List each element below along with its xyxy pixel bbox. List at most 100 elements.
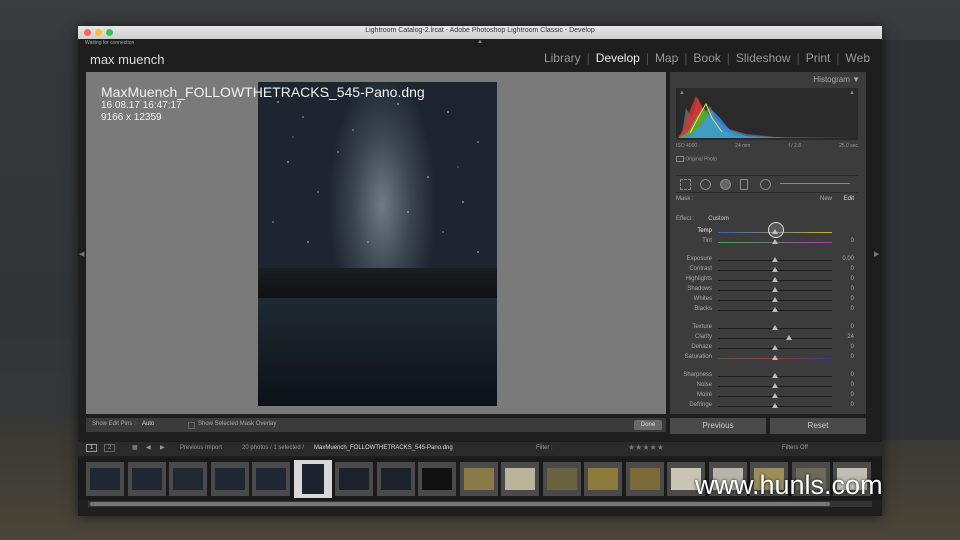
slider-knob[interactable]	[785, 335, 792, 340]
slider-noise[interactable]: Noise 0	[676, 382, 856, 391]
shadow-clipping-icon[interactable]: ▲	[679, 90, 685, 96]
filmstrip-scrollbar[interactable]	[88, 501, 872, 507]
slider-sharpness[interactable]: Sharpness 0	[676, 372, 856, 381]
show-edit-pins-select[interactable]: Auto	[142, 421, 154, 427]
left-panel-toggle-icon[interactable]: ◀	[79, 250, 84, 258]
slider-defringe[interactable]: Defringe 0	[676, 402, 856, 411]
filmstrip-thumbnail[interactable]	[584, 462, 622, 496]
top-panel-toggle-icon[interactable]: ▲	[477, 39, 483, 45]
page2-button[interactable]: 2	[104, 444, 116, 452]
adjustment-brush-icon[interactable]	[780, 183, 850, 184]
filmstrip-source[interactable]: Previous Import	[180, 445, 222, 451]
slider-saturation[interactable]: Saturation 0	[676, 354, 856, 363]
spot-removal-tool-icon[interactable]	[700, 179, 711, 190]
slider-value[interactable]: 0	[851, 344, 854, 350]
page1-button[interactable]: 1	[86, 444, 98, 452]
milky-way-photo[interactable]	[258, 82, 497, 406]
slider-clarity[interactable]: Clarity 24	[676, 334, 856, 343]
filmstrip-thumbnail[interactable]	[376, 462, 415, 496]
filters-off-select[interactable]: Filters Off	[782, 445, 808, 451]
slider-value[interactable]: 0	[851, 354, 854, 360]
module-develop[interactable]: Develop	[590, 51, 646, 65]
original-photo-toggle[interactable]: Original Photo	[676, 156, 717, 162]
red-eye-tool-icon[interactable]	[720, 179, 731, 190]
histogram-header[interactable]: Histogram ▼	[813, 75, 860, 84]
slider-knob[interactable]	[772, 239, 778, 244]
filmstrip-thumbnail[interactable]	[459, 462, 498, 496]
mask-new-button[interactable]: New	[820, 196, 832, 202]
slider-track[interactable]	[718, 338, 832, 339]
image-canvas[interactable]: MaxMuench_FOLLOWTHETRACKS_545-Pano.dng 1…	[86, 72, 666, 414]
scrollbar-thumb[interactable]	[90, 502, 830, 506]
slider-knob[interactable]	[772, 393, 778, 398]
histogram-graph[interactable]: ▲ ▲	[676, 88, 858, 140]
slider-knob[interactable]	[772, 403, 778, 408]
star-rating-filter[interactable]: ★★★★★	[628, 443, 664, 452]
slider-value[interactable]: 0	[851, 238, 854, 244]
slider-value[interactable]: 0	[851, 306, 854, 312]
slider-contrast[interactable]: Contrast 0	[676, 266, 856, 275]
slider-knob[interactable]	[772, 267, 778, 272]
slider-value[interactable]: 24	[847, 334, 854, 340]
crop-tool-icon[interactable]	[680, 179, 691, 190]
grid-view-icon[interactable]: ▦	[132, 444, 138, 451]
filmstrip-thumbnail[interactable]	[252, 462, 290, 496]
module-slideshow[interactable]: Slideshow	[730, 51, 797, 65]
reset-button[interactable]: Reset	[770, 418, 866, 434]
module-map[interactable]: Map	[649, 51, 684, 65]
slider-blacks[interactable]: Blacks 0	[676, 306, 856, 315]
filmstrip-thumbnail[interactable]	[625, 462, 664, 496]
module-book[interactable]: Book	[687, 51, 726, 65]
slider-knob[interactable]	[772, 257, 778, 262]
slider-temp[interactable]: Temp	[676, 228, 856, 237]
slider-value[interactable]: 0	[851, 276, 854, 282]
slider-knob[interactable]	[772, 277, 778, 282]
slider-value[interactable]: 0	[851, 402, 854, 408]
selected-filename[interactable]: MaxMuench_FOLLOWTHETRACKS_545-Pano.dng	[314, 445, 453, 451]
slider-whites[interactable]: Whites 0	[676, 296, 856, 305]
slider-knob[interactable]	[772, 355, 778, 360]
done-button[interactable]: Done	[634, 420, 662, 430]
filmstrip-thumbnail[interactable]	[542, 462, 581, 496]
slider-shadows[interactable]: Shadows 0	[676, 286, 856, 295]
slider-value[interactable]: 0	[851, 324, 854, 330]
filmstrip-thumbnail[interactable]	[86, 462, 124, 496]
back-arrow-icon[interactable]: ◀	[146, 444, 151, 451]
slider-value[interactable]: 0	[851, 392, 854, 398]
filmstrip-thumbnail[interactable]	[210, 462, 249, 496]
slider-knob[interactable]	[772, 325, 778, 330]
highlight-clipping-icon[interactable]: ▲	[849, 90, 855, 96]
forward-arrow-icon[interactable]: ▶	[160, 444, 165, 451]
previous-button[interactable]: Previous	[670, 418, 766, 434]
slider-value[interactable]: 0	[851, 296, 854, 302]
slider-knob[interactable]	[772, 297, 778, 302]
slider-value[interactable]: 0.00	[842, 256, 854, 262]
filmstrip-thumbnail[interactable]	[293, 460, 332, 498]
filmstrip-thumbnail[interactable]	[335, 462, 373, 496]
slider-knob[interactable]	[772, 383, 778, 388]
slider-knob[interactable]	[772, 287, 778, 292]
filmstrip-thumbnail[interactable]	[418, 462, 456, 496]
right-panel-toggle-icon[interactable]: ▶	[874, 250, 879, 258]
slider-value[interactable]: 0	[851, 382, 854, 388]
slider-value[interactable]: 0	[851, 266, 854, 272]
effect-preset-select[interactable]: Custom	[708, 216, 729, 222]
slider-value[interactable]: 0	[851, 286, 854, 292]
slider-tint[interactable]: Tint 0	[676, 238, 856, 247]
slider-exposure[interactable]: Exposure 0.00	[676, 256, 856, 265]
graduated-filter-icon[interactable]	[740, 179, 748, 190]
slider-moir[interactable]: Moiré 0	[676, 392, 856, 401]
mask-edit-button[interactable]: Edit	[844, 196, 854, 202]
filmstrip-thumbnail[interactable]	[501, 462, 539, 496]
slider-knob[interactable]	[772, 373, 778, 378]
mask-overlay-checkbox[interactable]	[188, 422, 195, 429]
filmstrip-thumbnail[interactable]	[127, 462, 166, 496]
slider-knob[interactable]	[772, 307, 778, 312]
slider-knob[interactable]	[772, 345, 778, 350]
slider-dehaze[interactable]: Dehaze 0	[676, 344, 856, 353]
radial-filter-icon[interactable]	[760, 179, 771, 190]
module-print[interactable]: Print	[800, 51, 837, 65]
slider-value[interactable]: 0	[851, 372, 854, 378]
slider-texture[interactable]: Texture 0	[676, 324, 856, 333]
filmstrip-thumbnail[interactable]	[169, 462, 207, 496]
